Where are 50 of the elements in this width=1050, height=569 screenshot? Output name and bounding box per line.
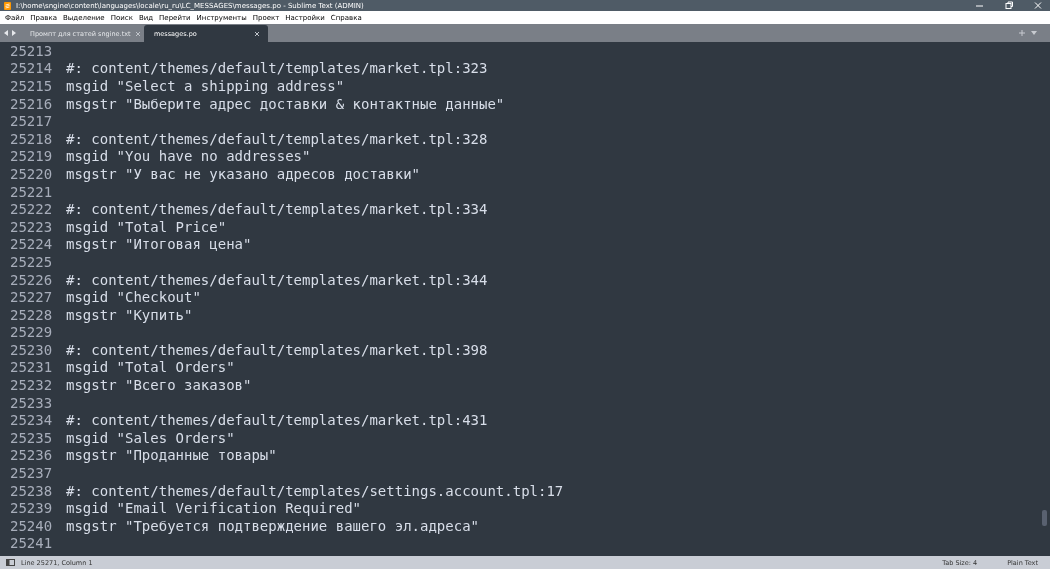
- line-number: 25235: [9, 429, 54, 446]
- line-number: 25216: [9, 95, 54, 112]
- line-number: 25231: [9, 359, 54, 376]
- line-number: 25219: [9, 148, 54, 165]
- code-line: #: content/themes/default/templates/market.tpl:398: [66, 341, 488, 358]
- code-line: msgid "Email Verification Required": [66, 500, 361, 517]
- code-line: #: content/themes/default/templates/market.tpl:334: [66, 201, 488, 218]
- line-number: 25214: [9, 60, 54, 77]
- line-number: 25240: [9, 517, 54, 534]
- line-number: 25239: [9, 500, 54, 517]
- line-number: 25225: [9, 253, 54, 270]
- line-number: 25227: [9, 289, 54, 306]
- line-number: 25241: [9, 535, 54, 552]
- code-line: msgid "Sales Orders": [66, 429, 235, 446]
- code-line: msgid "Select a shipping address": [66, 78, 345, 94]
- code-line: msgid "Total Price": [66, 218, 227, 235]
- line-number: 25234: [9, 412, 54, 429]
- line-number: 25226: [9, 271, 54, 288]
- code-line: msgid "Total Orders": [66, 359, 235, 376]
- line-number: 25224: [9, 236, 54, 253]
- code-line: msgstr "Купить": [66, 306, 193, 323]
- line-number: 25232: [9, 377, 54, 394]
- line-number: 25233: [9, 394, 54, 411]
- line-number: 25215: [9, 78, 54, 94]
- code-line: msgstr "Требуется подтверждение вашего эл.адреса": [66, 517, 479, 534]
- line-number: 25230: [9, 341, 54, 358]
- code-line: msgstr "Проданные товары": [66, 447, 277, 464]
- line-number: 25217: [9, 113, 54, 130]
- line-number: 25221: [9, 183, 54, 200]
- line-number: 25236: [9, 447, 54, 464]
- code-line: #: content/themes/default/templates/market.tpl:328: [66, 130, 488, 147]
- code-line: #: content/themes/default/templates/market.tpl:344: [66, 271, 488, 288]
- code-line: msgid "Checkout": [66, 289, 201, 306]
- code-line: msgid "You have no addresses": [66, 148, 311, 165]
- code-line: msgstr "Выберите адрес доставки & контактные данные": [66, 95, 505, 112]
- code-line: msgstr "Всего заказов": [66, 377, 252, 394]
- line-number: 25238: [9, 482, 54, 499]
- line-number: 25229: [9, 324, 54, 341]
- code-line: #: content/themes/default/templates/market.tpl:431: [66, 412, 488, 429]
- code-line: #: content/themes/default/templates/settings.account.tpl:17: [66, 482, 564, 499]
- line-number: 25213: [9, 42, 54, 59]
- code-line: msgstr "У вас не указано адресов доставки": [66, 165, 420, 182]
- line-number: 25237: [9, 465, 54, 482]
- line-number: 25220: [9, 165, 54, 182]
- line-number: 25228: [9, 306, 54, 323]
- code-line: msgstr "Итоговая цена": [66, 236, 252, 253]
- line-number: 25222: [9, 201, 54, 218]
- line-number: 25223: [9, 218, 54, 235]
- code-line: #: content/themes/default/templates/market.tpl:323: [66, 60, 488, 77]
- line-number: 25218: [9, 130, 54, 147]
